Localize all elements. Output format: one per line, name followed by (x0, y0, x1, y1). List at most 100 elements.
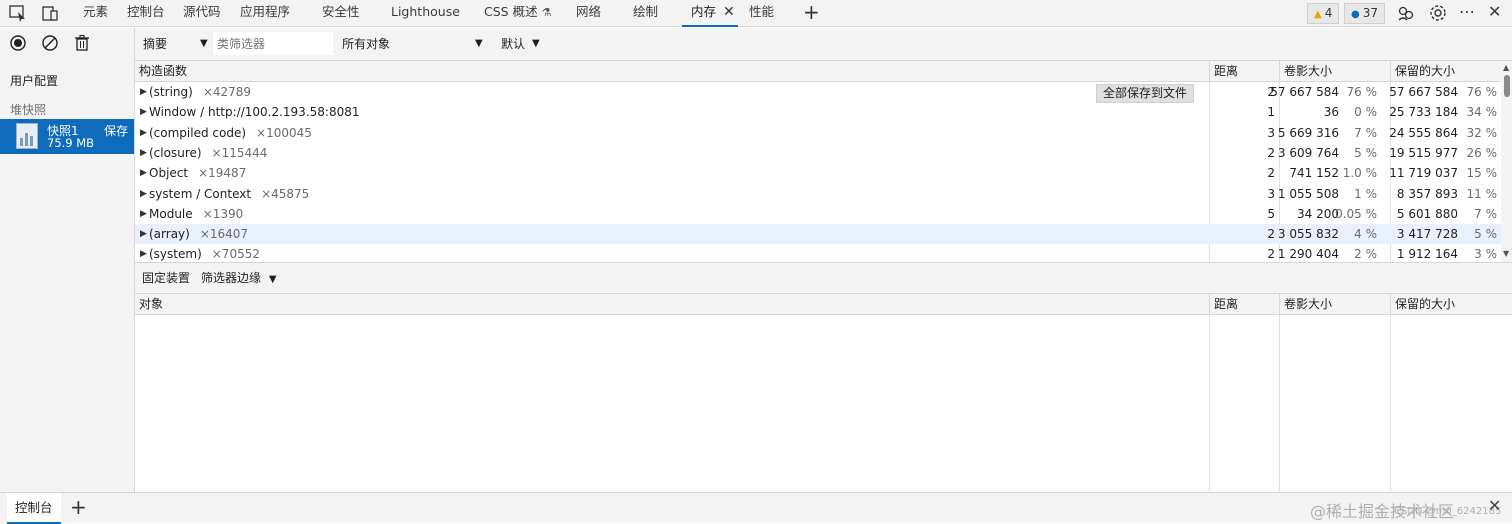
save-all-to-file-button[interactable]: 全部保存到文件 (1096, 84, 1195, 103)
scroll-down-icon[interactable]: ▼ (1503, 249, 1509, 258)
expand-triangle-icon[interactable]: ▶ (140, 82, 147, 102)
default-select-value: 默认 (501, 37, 526, 51)
scrollbar-thumb[interactable] (1504, 75, 1510, 97)
column-object[interactable]: 对象 (135, 294, 1209, 315)
chevron-down-icon: ▼ (532, 38, 540, 49)
tab-lighthouse[interactable]: Lighthouse (391, 0, 460, 27)
column-shallow-size[interactable]: 卷影大小 (1279, 61, 1390, 82)
row-constructor: Module ×1390 (149, 204, 243, 224)
device-emulation-icon[interactable] (40, 3, 60, 23)
row-retained-percent: 34 % (1466, 105, 1498, 120)
tab-sources[interactable]: 源代码 (183, 0, 221, 27)
table-row[interactable]: ▶ (system) ×70552 2 1 290 404 2 % 1 912 164 3 % (135, 244, 1501, 262)
expand-triangle-icon[interactable]: ▶ (140, 163, 147, 183)
column-constructor[interactable]: 构造函数 (135, 61, 1209, 82)
table-row[interactable]: ▶ (string) ×42789 2 57 667 584 76 % 57 667 584… (135, 82, 1501, 102)
chevron-down-icon: ▼ (200, 38, 208, 49)
row-retained-size: 24 555 864 (1389, 125, 1458, 140)
expand-triangle-icon[interactable]: ▶ (140, 204, 147, 224)
close-tab-icon[interactable]: ✕ (723, 0, 735, 24)
expand-triangle-icon[interactable]: ▶ (140, 143, 147, 163)
snapshot-item[interactable]: 快照1 保存 75.9 MB (0, 119, 134, 154)
column-divider (1390, 315, 1391, 492)
tab-retainers[interactable]: 固定装置 (142, 263, 190, 294)
chevron-down-icon: ▼ (475, 38, 483, 49)
row-constructor-name: Object (149, 166, 189, 181)
row-constructor: (system) ×70552 (149, 244, 260, 262)
record-icon[interactable] (9, 34, 27, 52)
settings-gear-icon[interactable] (1428, 3, 1448, 23)
more-options-icon[interactable]: ⋯ (1459, 0, 1475, 27)
tab-security[interactable]: 安全性 (322, 0, 360, 27)
objects-scope-select[interactable]: 所有对象 ▼ (342, 28, 488, 60)
tab-console[interactable]: 控制台 (127, 0, 165, 27)
clear-icon[interactable] (41, 34, 59, 52)
tab-paint[interactable]: 绘制 (633, 0, 658, 27)
tab-application[interactable]: 应用程序 (240, 0, 290, 27)
vertical-scrollbar[interactable]: ▲ ▼ (1501, 61, 1512, 262)
row-instance-count: ×16407 (199, 227, 249, 242)
scroll-up-icon[interactable]: ▲ (1503, 63, 1509, 72)
column-retained-size[interactable]: 保留的大小 (1390, 61, 1501, 82)
table-row[interactable]: ▶ (compiled code) ×100045 3 5 669 316 7 % 24 5… (135, 123, 1501, 143)
row-shallow-percent: 5 % (1354, 145, 1377, 160)
view-select[interactable]: 摘要 ▼ (143, 28, 208, 60)
close-devtools-icon[interactable]: ✕ (1488, 0, 1501, 27)
row-constructor: (array) ×16407 (149, 224, 248, 244)
column-distance[interactable]: 距离 (1209, 61, 1279, 82)
expand-triangle-icon[interactable]: ▶ (140, 102, 147, 122)
tab-memory-label: 内存 (691, 4, 717, 19)
row-shallow-size: 1 290 404 (1277, 247, 1339, 262)
column-shallow-size[interactable]: 卷影大小 (1279, 294, 1390, 315)
expand-triangle-icon[interactable]: ▶ (140, 224, 147, 244)
tab-network[interactable]: 网络 (576, 0, 601, 27)
tab-performance[interactable]: 性能 (749, 0, 774, 27)
class-filter-input[interactable] (213, 32, 333, 55)
row-shallow-percent: 0 % (1354, 105, 1377, 120)
row-retained-percent: 32 % (1466, 125, 1498, 140)
table-row[interactable]: ▶ (array) ×16407 2 3 055 832 4 % 3 417 728 5 % (135, 224, 1501, 245)
add-drawer-tab-icon[interactable]: + (70, 495, 87, 519)
customize-icon[interactable] (1396, 3, 1416, 23)
row-distance: 2 (1267, 145, 1275, 160)
row-distance: 3 (1267, 186, 1275, 201)
messages-badge[interactable]: ● 37 (1344, 3, 1386, 24)
row-retained-percent: 11 % (1466, 186, 1498, 201)
tab-css-overview[interactable]: CSS 概述 ⚗ (484, 0, 551, 27)
csdn-watermark: CSDN @m0_6242185 (1394, 506, 1502, 517)
add-tab-icon[interactable]: + (803, 1, 820, 23)
row-constructor-name: (compiled code) (149, 125, 247, 140)
expand-triangle-icon[interactable]: ▶ (140, 244, 147, 262)
bottom-drawer: 控制台 + @稀土掘金技术社区 CSDN @m0_6242185 ✕ (0, 492, 1512, 524)
row-retained-size: 8 357 893 (1396, 186, 1458, 201)
table-row[interactable]: ▶ Module ×1390 5 34 200 0.05 % 5 601 880 7 % (135, 204, 1501, 224)
snapshot-save-link[interactable]: 保存 (104, 122, 128, 139)
row-distance: 5 (1267, 206, 1275, 221)
expand-triangle-icon[interactable]: ▶ (140, 123, 147, 143)
default-select[interactable]: 默认 ▼ (501, 28, 545, 60)
table-row[interactable]: ▶ Object ×19487 2 741 152 1.0 % 11 719 037 15 % (135, 163, 1501, 183)
row-retained-percent: 26 % (1466, 145, 1498, 160)
row-instance-count: ×115444 (211, 145, 268, 160)
inspect-element-icon[interactable] (8, 3, 28, 23)
row-constructor: Object ×19487 (149, 163, 246, 183)
close-drawer-icon[interactable]: ✕ (1488, 496, 1501, 515)
retainers-grid-header: 对象 距离 卷影大小 保留的大小 (135, 294, 1512, 315)
expand-triangle-icon[interactable]: ▶ (140, 184, 147, 204)
row-retained-size: 5 601 880 (1396, 206, 1458, 221)
tab-elements[interactable]: 元素 (83, 0, 108, 27)
garbage-collect-icon[interactable] (73, 34, 91, 52)
row-shallow-percent: 7 % (1354, 125, 1377, 140)
tab-css-overview-label: CSS 概述 (484, 4, 538, 19)
warnings-badge[interactable]: ▲ 4 (1307, 3, 1340, 24)
table-row[interactable]: ▶ system / Context ×45875 3 1 055 508 1 % 8 35… (135, 184, 1501, 204)
column-retained-size[interactable]: 保留的大小 (1390, 294, 1501, 315)
column-distance[interactable]: 距离 (1209, 294, 1279, 315)
table-row[interactable]: ▶ (closure) ×115444 2 3 609 764 5 % 19 515 977… (135, 143, 1501, 163)
drawer-tab-console[interactable]: 控制台 (7, 493, 61, 524)
filter-edges-select[interactable]: 筛选器边缘 ▼ (201, 263, 277, 295)
row-retained-percent: 3 % (1474, 247, 1497, 262)
row-retained-percent: 5 % (1474, 227, 1497, 242)
table-row[interactable]: ▶ Window / http://100.2.193.58:8081 1 36 0 %… (135, 102, 1501, 122)
row-shallow-size: 36 (1323, 105, 1339, 120)
